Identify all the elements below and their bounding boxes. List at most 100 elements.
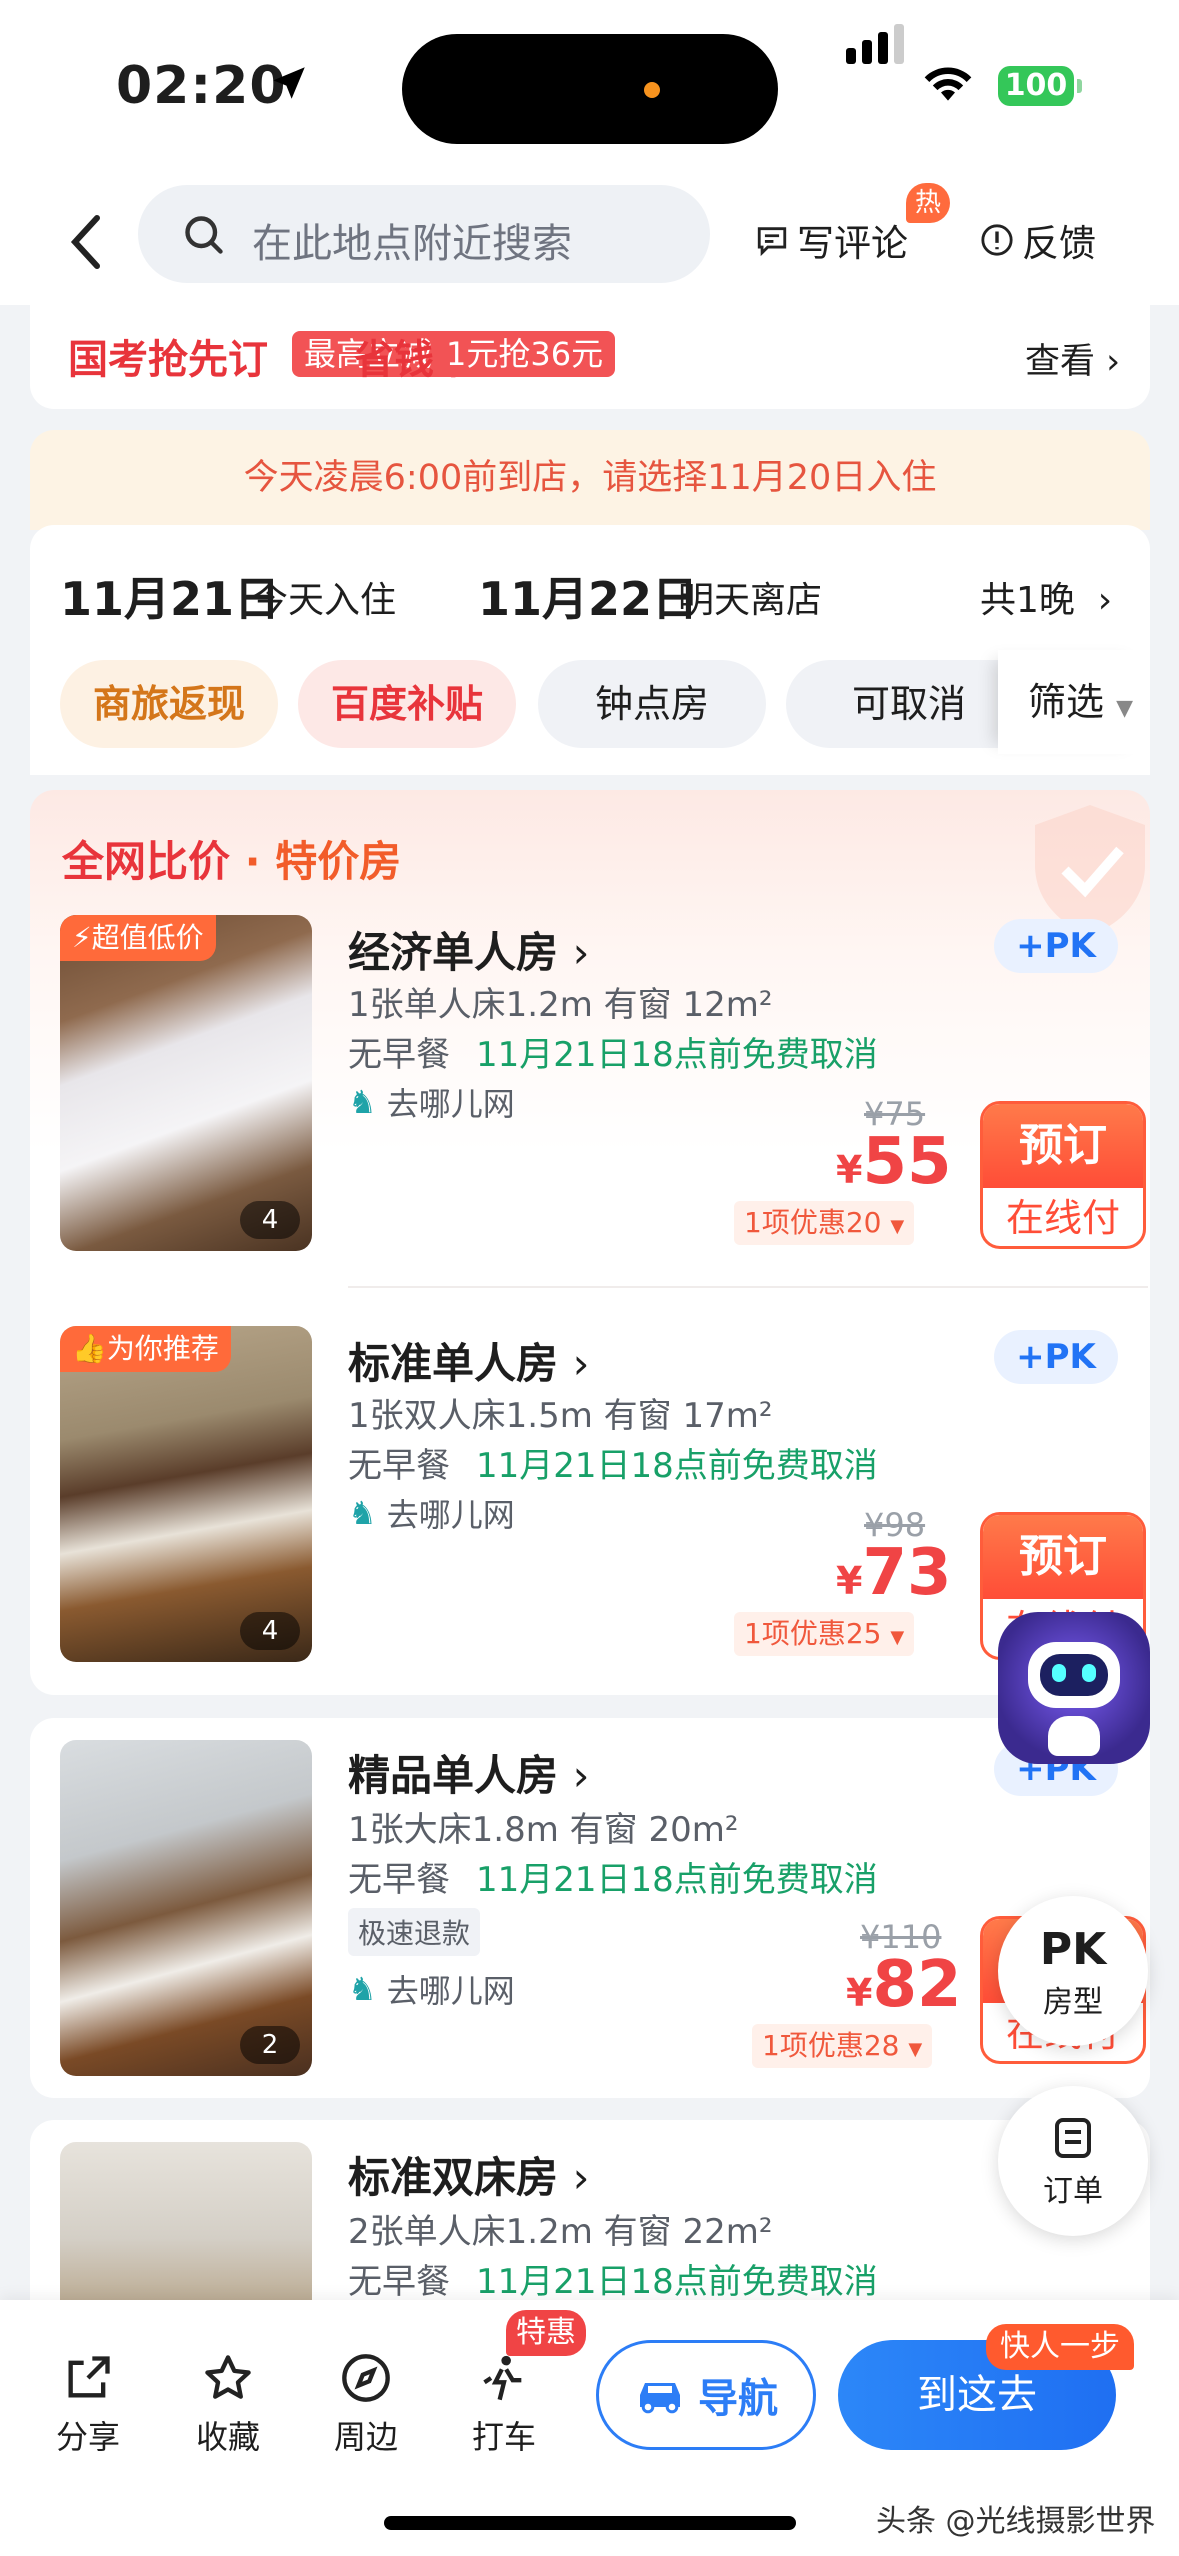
- filter-button[interactable]: 筛选 ▼: [998, 650, 1150, 754]
- room-cancel-policy: 11月21日18点前免费取消: [476, 1446, 878, 1486]
- nearby-button[interactable]: 周边: [316, 2352, 416, 2458]
- photo-count: 4: [240, 1201, 300, 1239]
- room-source: ♞ 去哪儿网: [348, 1494, 515, 1534]
- filter-chip-hourly[interactable]: 钟点房: [538, 660, 766, 748]
- room-type-pk-button[interactable]: PK 房型: [998, 1896, 1148, 2046]
- chevron-right-icon: ›: [572, 928, 590, 977]
- top-nav: 在此地点附近搜索 写评论 热 反馈: [0, 170, 1179, 305]
- room-name[interactable]: 标准单人房 ›: [348, 1330, 589, 1391]
- room-card[interactable]: ⚡超值低价 4 经济单人房 › 1张单人床1.2m 有窗 12m² 无早餐 11…: [30, 915, 1146, 1255]
- star-icon: [205, 2355, 251, 2399]
- room-price: ¥82: [846, 1948, 962, 2022]
- feedback-button[interactable]: 反馈: [980, 213, 1096, 267]
- share-icon: [68, 2356, 110, 2398]
- back-arrow-icon[interactable]: [62, 212, 112, 272]
- pk-icon: PK: [1039, 1924, 1107, 1975]
- search-placeholder: 在此地点附近搜索: [252, 221, 572, 267]
- location-arrow-icon: [273, 67, 305, 99]
- camel-icon: ♞: [348, 1083, 377, 1121]
- photo-count: 4: [240, 1612, 300, 1650]
- promo-view-label: 查看: [1025, 342, 1096, 382]
- car-icon: [640, 2383, 680, 2414]
- checkout-date[interactable]: 11月22日: [478, 563, 698, 629]
- camel-icon: ♞: [348, 1970, 377, 2008]
- triangle-down-icon: ▼: [1116, 696, 1134, 721]
- divider: [348, 1286, 1148, 1288]
- room-meal: 无早餐: [348, 1035, 450, 1075]
- chevron-right-icon: ›: [572, 2153, 590, 2202]
- group-title-separator: ·: [230, 837, 276, 886]
- price-compare-group: 全网比价 · 特价房 ⚡超值低价 4 经济单人房 › 1张单人床1.2m 有窗 …: [30, 790, 1150, 1695]
- taxi-button[interactable]: 打车: [454, 2352, 554, 2458]
- triangle-down-icon: ▼: [890, 1216, 905, 1237]
- taxi-deal-badge: 特惠: [506, 2310, 586, 2356]
- room-cancel-policy: 11月21日18点前免费取消: [476, 2262, 878, 2302]
- comment-icon: [757, 227, 787, 257]
- pay-online-label: 在线付: [1005, 1196, 1120, 1240]
- discount-tag[interactable]: 1项优惠20 ▼: [734, 1201, 915, 1245]
- thumbs-up-icon: 👍: [72, 1332, 107, 1365]
- promo-view-link[interactable]: 查看 ›: [1025, 333, 1120, 384]
- book-button[interactable]: 预订在线付: [980, 1101, 1146, 1249]
- order-list-icon: [1055, 2118, 1091, 2158]
- promo-tag-card: 1元抢36元: [434, 331, 616, 377]
- watermark: 头条 @光线摄影世界: [876, 2504, 1156, 2539]
- promo-title-exam: 国考抢先订: [68, 337, 268, 383]
- taxi-label: 打车: [471, 2418, 536, 2456]
- chevron-right-icon: ›: [1106, 342, 1121, 382]
- discount-tag[interactable]: 1项优惠25 ▼: [734, 1612, 915, 1656]
- write-review-label: 写评论: [797, 222, 908, 265]
- pk-button[interactable]: +PK: [994, 919, 1118, 973]
- nights-selector[interactable]: 共1晚 ›: [980, 571, 1112, 623]
- group-title-special: 特价房: [275, 837, 402, 886]
- pk-button[interactable]: +PK: [994, 1330, 1118, 1384]
- ai-assistant-robot-icon[interactable]: [998, 1612, 1150, 1764]
- room-photo[interactable]: 👍为你推荐 4: [60, 1326, 312, 1662]
- checkin-date[interactable]: 11月21日: [60, 563, 280, 629]
- room-card[interactable]: 👍为你推荐 4 标准单人房 › 1张双人床1.5m 有窗 17m² 无早餐 11…: [30, 1326, 1146, 1666]
- navigate-label: 导航: [698, 2376, 778, 2422]
- chevron-right-icon: ›: [572, 1751, 590, 1800]
- discount-tag[interactable]: 1项优惠28 ▼: [752, 2024, 933, 2068]
- triangle-down-icon: ▼: [890, 1627, 905, 1648]
- orders-button[interactable]: 订单: [998, 2086, 1148, 2236]
- favorite-button[interactable]: 收藏: [178, 2352, 278, 2458]
- room-description: 2张单人床1.2m 有窗 22m²: [348, 2212, 773, 2252]
- room-name[interactable]: 精品单人房 ›: [348, 1742, 589, 1803]
- room-photo[interactable]: ⚡超值低价 4: [60, 915, 312, 1251]
- room-description: 1张双人床1.5m 有窗 17m²: [348, 1396, 773, 1436]
- room-description: 1张大床1.8m 有窗 20m²: [348, 1810, 739, 1850]
- lightning-icon: ⚡: [72, 921, 92, 954]
- filter-chip-business[interactable]: 商旅返现: [60, 660, 278, 748]
- wifi-icon: [924, 67, 972, 101]
- search-input[interactable]: 在此地点附近搜索: [138, 185, 710, 283]
- search-icon: [185, 216, 223, 254]
- camel-icon: ♞: [348, 1494, 377, 1532]
- room-photo[interactable]: 2: [60, 1740, 312, 2076]
- triangle-down-icon: ▼: [908, 2039, 923, 2060]
- room-meal: 无早餐: [348, 1446, 450, 1486]
- book-label: 预订: [983, 1104, 1143, 1188]
- room-description: 1张单人床1.2m 有窗 12m²: [348, 985, 773, 1025]
- room-name[interactable]: 标准双床房 ›: [348, 2144, 589, 2205]
- room-source: ♞ 去哪儿网: [348, 1083, 515, 1123]
- orders-label: 订单: [1043, 2174, 1103, 2209]
- checkout-label: 明天离店: [678, 580, 823, 621]
- share-button[interactable]: 分享: [38, 2352, 138, 2458]
- write-review-button[interactable]: 写评论: [755, 213, 908, 267]
- room-badge: 👍为你推荐: [60, 1326, 231, 1372]
- nights-label: 共1晚: [980, 580, 1075, 621]
- navigate-button[interactable]: 导航: [596, 2340, 816, 2450]
- compass-icon: [342, 2354, 390, 2402]
- chevron-right-icon: ›: [1097, 580, 1113, 621]
- room-meal: 无早餐: [348, 2262, 450, 2302]
- room-card[interactable]: 2 精品单人房 › 1张大床1.8m 有窗 20m² 无早餐 11月21日18点…: [30, 1718, 1150, 2098]
- feedback-label: 反馈: [1022, 222, 1096, 265]
- status-time: 02:20: [116, 56, 287, 116]
- filter-chip-baidu-subsidy[interactable]: 百度补贴: [298, 660, 516, 748]
- status-bar: 02:20 100: [0, 0, 1179, 170]
- home-indicator[interactable]: [384, 2516, 796, 2530]
- room-name[interactable]: 经济单人房 ›: [348, 919, 589, 980]
- promo-banner[interactable]: 国考抢先订 最高立减100元 省钱卡 1元抢36元 查看 ›: [30, 305, 1150, 409]
- fast-refund-tag: 极速退款: [348, 1908, 481, 1956]
